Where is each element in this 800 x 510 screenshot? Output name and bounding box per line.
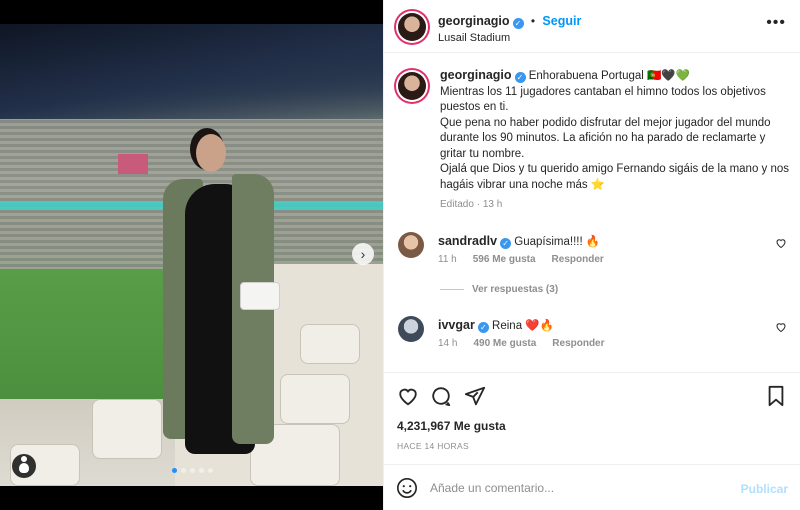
post-side-panel: georginagio ✓ • Seguir Lusail Stadium •••… bbox=[383, 0, 800, 510]
caption-avatar[interactable] bbox=[398, 72, 426, 100]
carousel-next-button[interactable]: › bbox=[352, 243, 374, 265]
post-media-stage: › bbox=[0, 0, 383, 510]
chevron-right-icon: › bbox=[360, 246, 366, 262]
caption-author[interactable]: georginagio bbox=[440, 68, 512, 82]
author-avatar[interactable] bbox=[398, 13, 426, 41]
comment-text: Reina ❤️🔥 bbox=[492, 320, 554, 332]
comment-input[interactable] bbox=[430, 475, 730, 501]
comment: ivvgar ✓ Reina ❤️🔥 14 h 490 Me gusta Resp… bbox=[396, 316, 791, 356]
stadium-roof bbox=[0, 24, 383, 119]
comment-time[interactable]: 11 h bbox=[438, 254, 457, 265]
comment-likes[interactable]: 596 Me gusta bbox=[473, 254, 536, 265]
verified-badge-icon: ✓ bbox=[512, 18, 524, 29]
carousel-indicator bbox=[172, 468, 213, 473]
comment-time[interactable]: 14 h bbox=[438, 338, 457, 349]
emoji-icon[interactable] bbox=[396, 477, 418, 499]
carousel-dot bbox=[172, 468, 177, 473]
verified-badge-icon: ✓ bbox=[477, 322, 489, 333]
seat bbox=[92, 399, 162, 459]
post-actions: 4,231,967 Me gusta HACE 14 HORAS bbox=[384, 372, 800, 462]
comment-bubble-icon[interactable] bbox=[430, 385, 452, 407]
post-header: georginagio ✓ • Seguir Lusail Stadium ••• bbox=[384, 0, 800, 53]
commenter-username[interactable]: ivvgar bbox=[438, 318, 475, 332]
share-send-icon[interactable] bbox=[464, 385, 486, 407]
carousel-dot bbox=[181, 468, 186, 473]
like-comment-heart-icon[interactable] bbox=[775, 237, 787, 249]
verified-badge-icon: ✓ bbox=[514, 72, 526, 83]
carousel-dot bbox=[190, 468, 195, 473]
comment-text: Guapísima!!!! 🔥 bbox=[514, 236, 601, 248]
person-head bbox=[196, 134, 226, 172]
carousel-dot bbox=[199, 468, 204, 473]
replies-divider bbox=[440, 289, 464, 290]
more-options-icon[interactable]: ••• bbox=[766, 14, 786, 32]
comment-composer: Publicar bbox=[384, 464, 800, 510]
reply-button[interactable]: Responder bbox=[552, 338, 604, 349]
tagged-users-button[interactable] bbox=[12, 454, 36, 478]
like-comment-heart-icon[interactable] bbox=[775, 321, 787, 333]
likes-count[interactable]: 4,231,967 Me gusta bbox=[397, 419, 506, 433]
reply-button[interactable]: Responder bbox=[552, 254, 604, 265]
view-replies-label: Ver respuestas (3) bbox=[472, 284, 559, 295]
post-photo[interactable] bbox=[0, 24, 383, 486]
football-pitch bbox=[0, 269, 190, 399]
caption-meta: Editado · 13 h bbox=[440, 199, 503, 210]
comment-body: ivvgar ✓ Reina ❤️🔥 bbox=[438, 318, 554, 333]
stadium-screen bbox=[118, 154, 148, 174]
separator-dot: • bbox=[530, 14, 536, 28]
publish-button[interactable]: Publicar bbox=[741, 482, 788, 496]
view-replies-button[interactable]: Ver respuestas (3) bbox=[440, 284, 558, 295]
comment-meta: 11 h 596 Me gusta Responder bbox=[438, 254, 604, 265]
commenter-username[interactable]: sandradlv bbox=[438, 234, 497, 248]
caption-text-block: georginagio ✓ Enhorabuena Portugal 🇵🇹🖤💚 M… bbox=[440, 68, 790, 193]
handbag bbox=[240, 282, 280, 310]
verified-badge-icon: ✓ bbox=[500, 238, 512, 249]
like-heart-icon[interactable] bbox=[397, 385, 419, 407]
caption: georginagio ✓ Enhorabuena Portugal 🇵🇹🖤💚 M… bbox=[440, 68, 790, 210]
comment: sandradlv ✓ Guapísima!!!! 🔥 11 h 596 Me g… bbox=[396, 232, 791, 272]
bookmark-icon[interactable] bbox=[765, 385, 787, 407]
seat bbox=[280, 374, 350, 424]
posted-time[interactable]: HACE 14 HORAS bbox=[397, 441, 469, 451]
carousel-dot bbox=[208, 468, 213, 473]
location-link[interactable]: Lusail Stadium bbox=[438, 32, 510, 44]
comment-meta: 14 h 490 Me gusta Responder bbox=[438, 338, 605, 349]
commenter-avatar[interactable] bbox=[398, 316, 424, 342]
caption-body: Enhorabuena Portugal 🇵🇹🖤💚 Mientras los 1… bbox=[440, 70, 790, 191]
seat bbox=[300, 324, 360, 364]
edited-label: Editado bbox=[440, 199, 474, 210]
comment-likes[interactable]: 490 Me gusta bbox=[473, 338, 536, 349]
author-username[interactable]: georginagio bbox=[438, 14, 510, 28]
comment-body: sandradlv ✓ Guapísima!!!! 🔥 bbox=[438, 234, 600, 249]
commenter-avatar[interactable] bbox=[398, 232, 424, 258]
user-icon bbox=[19, 456, 29, 473]
author-line: georginagio ✓ • Seguir bbox=[438, 14, 581, 29]
caption-time[interactable]: 13 h bbox=[483, 199, 502, 210]
follow-button[interactable]: Seguir bbox=[542, 14, 581, 28]
